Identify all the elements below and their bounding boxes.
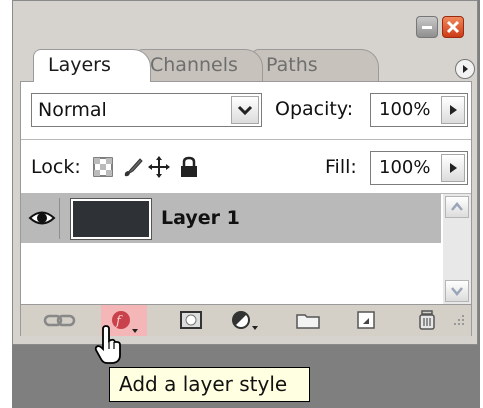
tab-paths[interactable]: Paths: [251, 49, 379, 81]
panel-titlebar[interactable]: [13, 1, 477, 43]
divider: [21, 139, 471, 140]
blend-mode-dropdown-button[interactable]: [231, 96, 259, 124]
fill-label: Fill:: [325, 156, 357, 178]
lock-all-icon[interactable]: [178, 156, 200, 178]
opacity-field[interactable]: 100%: [370, 93, 468, 127]
layer-row[interactable]: Layer 1: [21, 194, 441, 243]
new-group-icon[interactable]: [295, 310, 321, 330]
tab-layers[interactable]: Layers: [33, 49, 151, 82]
scroll-down-button[interactable]: [445, 280, 469, 302]
layer-name[interactable]: Layer 1: [161, 194, 240, 243]
layers-body: Normal Opacity: 100% Lock: Fill: 100% La…: [20, 81, 472, 336]
panel-tabs: Layers Channels Paths: [13, 43, 477, 82]
hand-cursor-icon: [94, 325, 121, 364]
blend-mode-value: Normal: [38, 99, 107, 121]
layers-list: Layer 1: [21, 194, 471, 304]
link-layers-icon[interactable]: [43, 310, 77, 330]
panel-bottom-toolbar: f: [21, 304, 471, 336]
lock-transparent-pixels-icon[interactable]: [92, 156, 114, 178]
lock-label: Lock:: [31, 156, 81, 178]
fill-field[interactable]: 100%: [370, 151, 468, 185]
tab-channels[interactable]: Channels: [135, 49, 263, 81]
chevron-up-icon: [451, 202, 463, 211]
opacity-label: Opacity:: [275, 98, 354, 120]
resize-grip-icon[interactable]: [449, 311, 467, 331]
chevron-down-icon: [237, 105, 253, 116]
tooltip: Add a layer style: [109, 367, 310, 402]
opacity-value: 100%: [379, 99, 431, 120]
menu-arrow-icon: [463, 65, 468, 73]
close-icon: [446, 20, 460, 34]
chevron-down-icon: [451, 287, 463, 296]
layer-thumbnail[interactable]: [70, 198, 152, 240]
layer-mask-icon[interactable]: [179, 310, 203, 330]
adjustment-layer-icon[interactable]: [229, 310, 265, 330]
lock-image-pixels-icon[interactable]: [122, 156, 144, 178]
triangle-right-icon: [450, 163, 457, 173]
new-layer-icon[interactable]: [355, 310, 377, 330]
opacity-slider-button[interactable]: [441, 96, 465, 124]
delete-layer-icon[interactable]: [416, 310, 438, 330]
panel-menu-button[interactable]: [455, 59, 475, 79]
minimize-icon: [422, 26, 432, 29]
blend-mode-select[interactable]: Normal: [31, 93, 262, 127]
fill-slider-button[interactable]: [441, 154, 465, 182]
triangle-right-icon: [450, 105, 457, 115]
blend-opacity-row: Normal Opacity: 100%: [21, 82, 471, 136]
fill-value: 100%: [379, 157, 431, 178]
visibility-toggle[interactable]: [25, 198, 60, 239]
scrollbar[interactable]: [443, 194, 471, 304]
close-button[interactable]: [442, 16, 464, 38]
eye-icon: [28, 211, 56, 225]
layers-panel: Layers Channels Paths Normal Opacity: 10…: [12, 0, 478, 345]
scroll-up-button[interactable]: [445, 196, 469, 218]
minimize-button[interactable]: [416, 16, 438, 38]
lock-position-icon[interactable]: [148, 156, 170, 178]
